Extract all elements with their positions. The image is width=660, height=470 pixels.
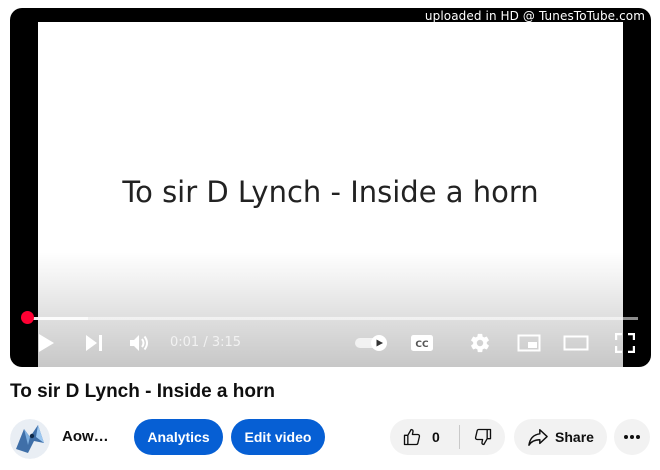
time-separator: / — [199, 335, 212, 350]
dislike-button[interactable] — [460, 419, 505, 455]
share-button[interactable]: Share — [514, 419, 607, 455]
edit-video-button[interactable]: Edit video — [231, 419, 325, 455]
more-actions-button[interactable] — [614, 419, 650, 455]
progress-scrubber[interactable] — [21, 311, 34, 324]
miniplayer-button[interactable] — [516, 332, 542, 354]
like-count: 0 — [432, 429, 440, 445]
settings-button[interactable] — [468, 331, 492, 355]
watermark-text: uploaded in HD @ TunesToTube.com — [424, 9, 645, 23]
time-total: 3:15 — [211, 335, 242, 350]
more-dots-icon — [624, 435, 640, 439]
captions-button[interactable]: CC — [409, 332, 435, 354]
next-icon — [86, 335, 102, 351]
captions-icon: CC — [411, 335, 433, 351]
theater-button[interactable] — [562, 333, 590, 353]
thumbs-down-icon — [474, 428, 491, 446]
controls-gradient — [10, 252, 651, 367]
video-title: To sir D Lynch - Inside a horn — [10, 381, 275, 402]
avatar-image — [10, 419, 50, 459]
share-icon — [528, 429, 548, 446]
avatar[interactable] — [10, 419, 50, 459]
analytics-button[interactable]: Analytics — [134, 419, 223, 455]
like-button[interactable]: 0 — [390, 419, 459, 455]
time-display: 0:01 / 3:15 — [170, 335, 241, 350]
volume-button[interactable] — [127, 330, 153, 356]
progress-bar[interactable] — [27, 317, 638, 320]
miniplayer-icon — [517, 334, 541, 352]
autoplay-toggle-icon — [355, 335, 387, 351]
progress-buffered — [27, 317, 89, 320]
fullscreen-button[interactable] — [613, 331, 637, 355]
time-current: 0:01 — [170, 335, 200, 350]
theater-icon — [563, 335, 589, 351]
next-button[interactable] — [82, 331, 106, 355]
channel-name[interactable]: Aow… — [62, 428, 109, 445]
video-player[interactable]: To sir D Lynch - Inside a horn uploaded … — [10, 8, 651, 367]
like-dislike-pill: 0 — [390, 419, 505, 455]
play-button[interactable] — [34, 331, 58, 355]
thumbs-up-icon — [403, 428, 421, 446]
video-overlay-title: To sir D Lynch - Inside a horn — [122, 175, 539, 209]
share-label: Share — [555, 429, 594, 445]
autoplay-toggle[interactable] — [354, 334, 390, 352]
settings-icon — [471, 333, 489, 353]
play-icon — [39, 334, 54, 352]
volume-icon — [130, 335, 148, 351]
fullscreen-icon — [615, 333, 635, 353]
captions-icon-glyph: CC — [415, 340, 429, 350]
